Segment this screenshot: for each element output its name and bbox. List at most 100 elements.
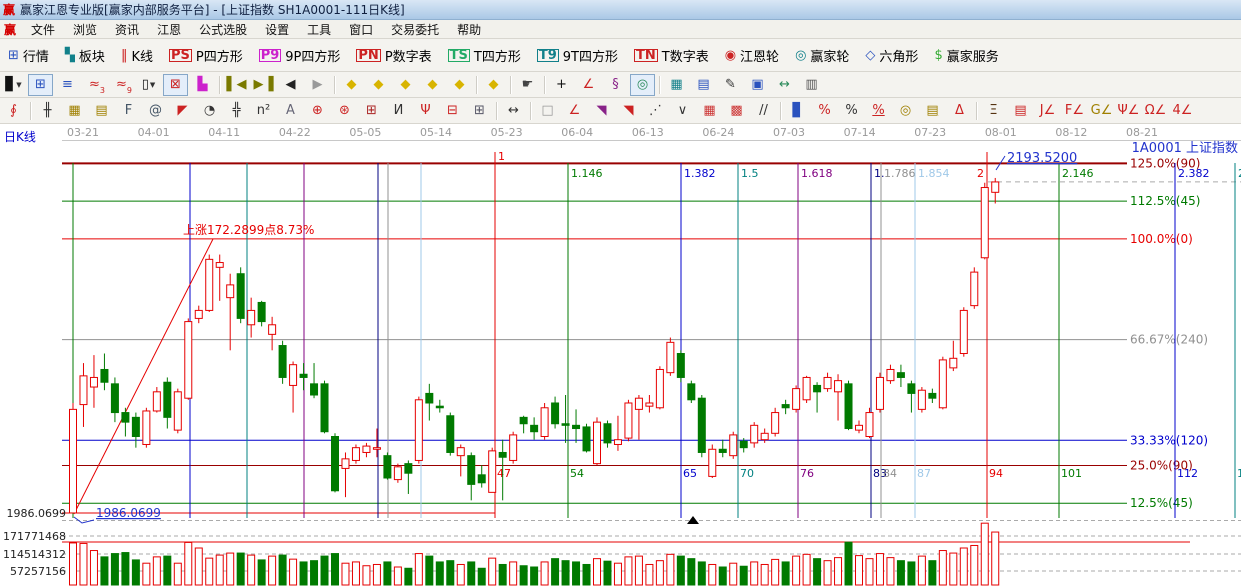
volume-bar[interactable] [290, 559, 297, 585]
menu-item-2[interactable]: 资讯 [106, 20, 148, 38]
volume-bar[interactable] [614, 563, 621, 585]
gann-pen-tool-button[interactable]: ◤ [170, 100, 195, 122]
candle-body[interactable] [929, 393, 936, 398]
candle-body[interactable] [468, 456, 475, 485]
candle-body[interactable] [300, 374, 307, 377]
volume-bar[interactable] [363, 566, 370, 585]
candle-body[interactable] [436, 406, 443, 408]
candle-body[interactable] [740, 441, 747, 447]
volume-bar[interactable] [730, 563, 737, 585]
four-angle-tool-button[interactable]: 4∠ [1170, 100, 1195, 122]
zoom-compress-button[interactable]: ◆ [447, 74, 472, 96]
analysis-tool-button[interactable]: ◎ [630, 74, 655, 96]
candle-body[interactable] [824, 377, 831, 388]
period-selector-dropdown-icon[interactable]: ▼ [16, 81, 21, 89]
candle-body[interactable] [101, 369, 108, 382]
volume-bar[interactable] [646, 564, 653, 585]
volume-bar[interactable] [908, 562, 915, 585]
candle-body[interactable] [206, 259, 213, 310]
volume-bar[interactable] [971, 545, 978, 585]
candle-style-dropdown-icon[interactable]: ▼ [150, 81, 155, 89]
first-page-button[interactable]: ▌◀ [224, 74, 249, 96]
shen-angle-tool-button[interactable]: Ψ∠ [1116, 100, 1141, 122]
volume-bar[interactable] [761, 564, 768, 585]
calculator-tool-button[interactable]: ▤ [691, 74, 716, 96]
gold-grid2-tool-button[interactable]: ▤ [89, 100, 114, 122]
volume-bar[interactable] [101, 557, 108, 585]
volume-bar[interactable] [782, 562, 789, 585]
winner-service-button[interactable]: $赢家服务 [930, 44, 1002, 67]
candle-body[interactable] [457, 448, 464, 456]
gann-wheel-button[interactable]: ◉江恩轮 [721, 44, 783, 67]
candle-body[interactable] [541, 408, 548, 437]
market-quotes-button[interactable]: ⊞行情 [4, 44, 53, 67]
volume-bar[interactable] [960, 548, 967, 585]
candle-body[interactable] [709, 449, 716, 476]
candle-body[interactable] [143, 411, 150, 445]
candle-body[interactable] [352, 448, 359, 461]
zoom-horizontal-button[interactable]: ◆ [393, 74, 418, 96]
candle-body[interactable] [216, 263, 223, 268]
volume-bar[interactable] [311, 561, 318, 585]
candle-body[interactable] [835, 381, 842, 392]
prev-page-button[interactable]: ◀ [278, 74, 303, 96]
win-grid-tool-button[interactable]: ⊟ [440, 100, 465, 122]
volume-bar[interactable] [70, 543, 77, 585]
menu-item-4[interactable]: 公式选股 [190, 20, 256, 38]
candle-body[interactable] [70, 409, 77, 513]
candle-body[interactable] [908, 384, 915, 394]
candle-body[interactable] [478, 475, 485, 483]
candle-body[interactable] [510, 435, 517, 461]
volume-bar[interactable] [321, 556, 328, 585]
menu-item-6[interactable]: 工具 [298, 20, 340, 38]
win-angle-tool-button[interactable]: Ω∠ [1143, 100, 1168, 122]
menu-item-5[interactable]: 设置 [256, 20, 298, 38]
kline-view-button[interactable]: ‖K线 [117, 44, 157, 67]
volume-bar[interactable] [394, 567, 401, 585]
fine-grid-tool-button[interactable]: ╬ [224, 100, 249, 122]
candle-body[interactable] [688, 384, 695, 400]
candle-body[interactable] [814, 385, 821, 391]
volume-bar[interactable] [227, 553, 234, 585]
candle-body[interactable] [887, 369, 894, 380]
red-grid2-tool-button[interactable]: ▩ [724, 100, 749, 122]
volume-bar[interactable] [415, 554, 422, 585]
angle-ruler-tool-button[interactable]: A [278, 100, 303, 122]
percent-line-tool-button[interactable]: % [812, 100, 837, 122]
candle-body[interactable] [227, 285, 234, 298]
zoom-expand-button[interactable]: ◆ [481, 74, 506, 96]
volume-bar[interactable] [185, 542, 192, 585]
volume-bar[interactable] [436, 562, 443, 585]
candle-body[interactable] [583, 427, 590, 451]
candle-body[interactable] [489, 451, 496, 492]
star-grid-tool-button[interactable]: ⊞ [359, 100, 384, 122]
candle-body[interactable] [520, 417, 527, 423]
volume-bar[interactable] [793, 556, 800, 585]
slash-lines-tool-button[interactable]: // [751, 100, 776, 122]
candle-body[interactable] [950, 358, 957, 368]
volume-bar[interactable] [950, 553, 957, 585]
wave-3-tool-button[interactable]: ≈3 [82, 74, 107, 96]
gold-angle-tool-button[interactable]: G∠ [1089, 100, 1114, 122]
volume-bar[interactable] [876, 554, 883, 585]
candle-body[interactable] [394, 467, 401, 480]
volume-bar[interactable] [510, 562, 517, 585]
volume-bar[interactable] [373, 564, 380, 585]
zoom-left-button[interactable]: ◆ [339, 74, 364, 96]
volume-bar[interactable] [604, 561, 611, 585]
candle-body[interactable] [677, 354, 684, 378]
candle-body[interactable] [499, 452, 506, 457]
volume-bar[interactable] [688, 559, 695, 585]
volume-bar[interactable] [552, 559, 559, 585]
candle-body[interactable] [269, 325, 276, 335]
candle-body[interactable] [552, 403, 559, 424]
volume-bar[interactable] [887, 558, 894, 585]
volume-bar[interactable] [520, 566, 527, 585]
candle-body[interactable] [625, 403, 632, 438]
p-square-button[interactable]: PSP四方形 [165, 44, 247, 67]
candle-body[interactable] [845, 384, 852, 429]
info-panel-button[interactable]: ≡ [55, 74, 80, 96]
period-selector-button[interactable]: ▊▼ [1, 74, 26, 96]
candle-body[interactable] [992, 182, 999, 192]
volume-bar[interactable] [237, 553, 244, 585]
